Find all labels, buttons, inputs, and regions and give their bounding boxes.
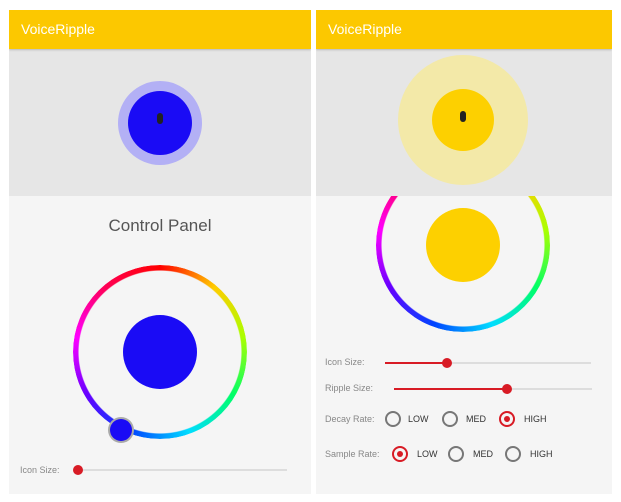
left-screen: VoiceRipple Control Panel Icon Size: — [9, 10, 311, 494]
slider-thumb[interactable] — [441, 358, 452, 368]
color-wheel-handle[interactable] — [110, 419, 132, 441]
color-preview — [123, 315, 197, 389]
sample-high-label: HIGH — [530, 449, 553, 459]
microphone-icon — [460, 111, 466, 122]
icon-size-label: Icon Size: — [20, 465, 60, 475]
microphone-icon — [157, 113, 163, 124]
decay-high-radio[interactable] — [499, 411, 515, 427]
decay-med-radio[interactable] — [442, 411, 458, 427]
sample-rate-label: Sample Rate: — [325, 449, 380, 459]
sample-low-label: LOW — [417, 449, 438, 459]
icon-size-label: Icon Size: — [325, 357, 365, 367]
right-screen: VoiceRipple Icon Size: Ripple Size: Deca… — [316, 10, 612, 494]
sample-med-label: MED — [473, 449, 493, 459]
decay-med-label: MED — [466, 414, 486, 424]
slider-thumb[interactable] — [501, 384, 512, 394]
icon-size-slider[interactable] — [385, 358, 591, 368]
sample-low-radio[interactable] — [392, 446, 408, 462]
icon-size-slider[interactable] — [73, 465, 287, 475]
decay-low-label: LOW — [408, 414, 429, 424]
app-bar-title: VoiceRipple — [316, 10, 612, 49]
app-bar-title: VoiceRipple — [9, 10, 311, 49]
sample-high-radio[interactable] — [505, 446, 521, 462]
ripple-area — [9, 49, 311, 196]
slider-thumb[interactable] — [73, 465, 83, 475]
ripple-size-slider[interactable] — [394, 384, 592, 394]
ripple-area — [316, 49, 612, 196]
sample-med-radio[interactable] — [448, 446, 464, 462]
decay-low-radio[interactable] — [385, 411, 401, 427]
decay-high-label: HIGH — [524, 414, 547, 424]
decay-rate-label: Decay Rate: — [325, 414, 375, 424]
color-preview — [426, 208, 500, 282]
panel-title: Control Panel — [108, 216, 212, 235]
ripple-size-label: Ripple Size: — [325, 383, 374, 393]
